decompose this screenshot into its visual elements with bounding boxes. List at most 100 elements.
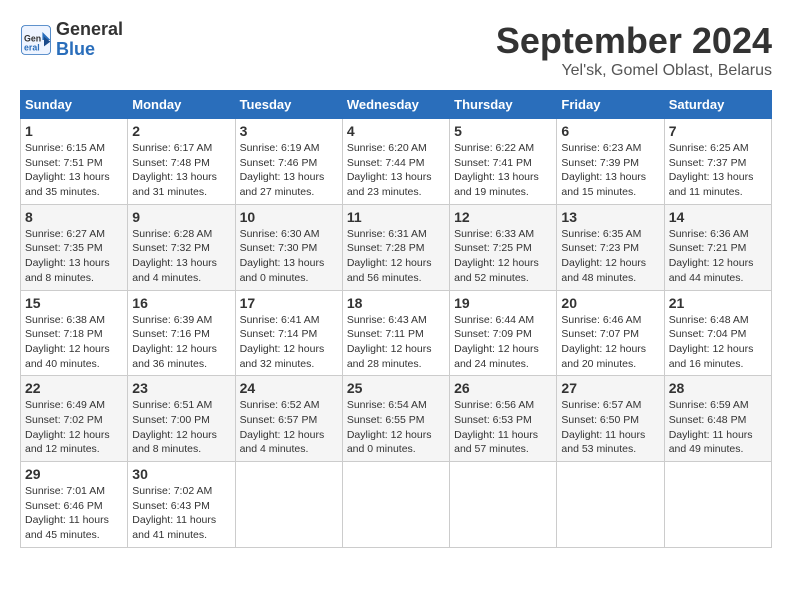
day-number: 16 [132, 295, 230, 311]
day-number: 11 [347, 209, 445, 225]
day-number: 30 [132, 466, 230, 482]
day-number: 18 [347, 295, 445, 311]
day-info: Sunrise: 6:43 AMSunset: 7:11 PMDaylight:… [347, 314, 432, 370]
day-info: Sunrise: 6:57 AMSunset: 6:50 PMDaylight:… [561, 399, 645, 455]
day-number: 5 [454, 123, 552, 139]
day-info: Sunrise: 7:02 AMSunset: 6:43 PMDaylight:… [132, 485, 216, 541]
day-info: Sunrise: 6:38 AMSunset: 7:18 PMDaylight:… [25, 314, 110, 370]
day-info: Sunrise: 6:19 AMSunset: 7:46 PMDaylight:… [240, 142, 325, 198]
calendar-cell: 14 Sunrise: 6:36 AMSunset: 7:21 PMDaylig… [664, 204, 771, 290]
day-info: Sunrise: 6:33 AMSunset: 7:25 PMDaylight:… [454, 228, 539, 284]
calendar-cell: 11 Sunrise: 6:31 AMSunset: 7:28 PMDaylig… [342, 204, 449, 290]
day-info: Sunrise: 6:56 AMSunset: 6:53 PMDaylight:… [454, 399, 538, 455]
logo-blue-text: Blue [56, 40, 123, 60]
day-info: Sunrise: 6:46 AMSunset: 7:07 PMDaylight:… [561, 314, 646, 370]
day-number: 20 [561, 295, 659, 311]
day-info: Sunrise: 6:49 AMSunset: 7:02 PMDaylight:… [25, 399, 110, 455]
header-thursday: Thursday [450, 91, 557, 119]
day-info: Sunrise: 6:54 AMSunset: 6:55 PMDaylight:… [347, 399, 432, 455]
day-info: Sunrise: 6:15 AMSunset: 7:51 PMDaylight:… [25, 142, 110, 198]
calendar-cell: 9 Sunrise: 6:28 AMSunset: 7:32 PMDayligh… [128, 204, 235, 290]
day-info: Sunrise: 6:25 AMSunset: 7:37 PMDaylight:… [669, 142, 754, 198]
logo-general-text: General [56, 20, 123, 40]
day-info: Sunrise: 6:22 AMSunset: 7:41 PMDaylight:… [454, 142, 539, 198]
day-info: Sunrise: 6:20 AMSunset: 7:44 PMDaylight:… [347, 142, 432, 198]
day-number: 14 [669, 209, 767, 225]
svg-text:eral: eral [24, 42, 40, 52]
day-number: 28 [669, 380, 767, 396]
day-info: Sunrise: 7:01 AMSunset: 6:46 PMDaylight:… [25, 485, 109, 541]
day-info: Sunrise: 6:31 AMSunset: 7:28 PMDaylight:… [347, 228, 432, 284]
day-number: 8 [25, 209, 123, 225]
calendar-cell [342, 462, 449, 548]
calendar-cell [450, 462, 557, 548]
calendar-cell: 4 Sunrise: 6:20 AMSunset: 7:44 PMDayligh… [342, 119, 449, 205]
month-title: September 2024 [496, 20, 772, 62]
calendar-cell: 27 Sunrise: 6:57 AMSunset: 6:50 PMDaylig… [557, 376, 664, 462]
calendar-cell: 2 Sunrise: 6:17 AMSunset: 7:48 PMDayligh… [128, 119, 235, 205]
day-info: Sunrise: 6:27 AMSunset: 7:35 PMDaylight:… [25, 228, 110, 284]
day-number: 6 [561, 123, 659, 139]
day-number: 21 [669, 295, 767, 311]
calendar-cell: 6 Sunrise: 6:23 AMSunset: 7:39 PMDayligh… [557, 119, 664, 205]
day-number: 3 [240, 123, 338, 139]
day-info: Sunrise: 6:39 AMSunset: 7:16 PMDaylight:… [132, 314, 217, 370]
logo-text: General Blue [56, 20, 123, 60]
calendar-cell: 1 Sunrise: 6:15 AMSunset: 7:51 PMDayligh… [21, 119, 128, 205]
day-number: 13 [561, 209, 659, 225]
calendar-cell [235, 462, 342, 548]
calendar-cell [664, 462, 771, 548]
calendar-cell: 25 Sunrise: 6:54 AMSunset: 6:55 PMDaylig… [342, 376, 449, 462]
header-friday: Friday [557, 91, 664, 119]
header-sunday: Sunday [21, 91, 128, 119]
calendar-cell: 8 Sunrise: 6:27 AMSunset: 7:35 PMDayligh… [21, 204, 128, 290]
calendar-cell: 23 Sunrise: 6:51 AMSunset: 7:00 PMDaylig… [128, 376, 235, 462]
logo: Gen eral General Blue [20, 20, 123, 60]
header-saturday: Saturday [664, 91, 771, 119]
calendar-cell: 24 Sunrise: 6:52 AMSunset: 6:57 PMDaylig… [235, 376, 342, 462]
day-number: 7 [669, 123, 767, 139]
header-tuesday: Tuesday [235, 91, 342, 119]
calendar-cell: 16 Sunrise: 6:39 AMSunset: 7:16 PMDaylig… [128, 290, 235, 376]
calendar-cell [557, 462, 664, 548]
day-number: 12 [454, 209, 552, 225]
day-info: Sunrise: 6:36 AMSunset: 7:21 PMDaylight:… [669, 228, 754, 284]
page-header: Gen eral General Blue September 2024 Yel… [20, 20, 772, 80]
day-info: Sunrise: 6:48 AMSunset: 7:04 PMDaylight:… [669, 314, 754, 370]
calendar-cell: 10 Sunrise: 6:30 AMSunset: 7:30 PMDaylig… [235, 204, 342, 290]
calendar-cell: 5 Sunrise: 6:22 AMSunset: 7:41 PMDayligh… [450, 119, 557, 205]
day-info: Sunrise: 6:59 AMSunset: 6:48 PMDaylight:… [669, 399, 753, 455]
day-number: 29 [25, 466, 123, 482]
day-info: Sunrise: 6:30 AMSunset: 7:30 PMDaylight:… [240, 228, 325, 284]
calendar-week-row: 22 Sunrise: 6:49 AMSunset: 7:02 PMDaylig… [21, 376, 772, 462]
day-number: 15 [25, 295, 123, 311]
calendar-week-row: 15 Sunrise: 6:38 AMSunset: 7:18 PMDaylig… [21, 290, 772, 376]
day-number: 17 [240, 295, 338, 311]
calendar-cell: 7 Sunrise: 6:25 AMSunset: 7:37 PMDayligh… [664, 119, 771, 205]
calendar-cell: 28 Sunrise: 6:59 AMSunset: 6:48 PMDaylig… [664, 376, 771, 462]
day-number: 10 [240, 209, 338, 225]
day-number: 25 [347, 380, 445, 396]
calendar-week-row: 29 Sunrise: 7:01 AMSunset: 6:46 PMDaylig… [21, 462, 772, 548]
day-number: 4 [347, 123, 445, 139]
header-wednesday: Wednesday [342, 91, 449, 119]
calendar-cell: 20 Sunrise: 6:46 AMSunset: 7:07 PMDaylig… [557, 290, 664, 376]
header-monday: Monday [128, 91, 235, 119]
weekday-header-row: Sunday Monday Tuesday Wednesday Thursday… [21, 91, 772, 119]
calendar-cell: 18 Sunrise: 6:43 AMSunset: 7:11 PMDaylig… [342, 290, 449, 376]
day-number: 24 [240, 380, 338, 396]
calendar-week-row: 8 Sunrise: 6:27 AMSunset: 7:35 PMDayligh… [21, 204, 772, 290]
day-number: 2 [132, 123, 230, 139]
calendar-cell: 12 Sunrise: 6:33 AMSunset: 7:25 PMDaylig… [450, 204, 557, 290]
calendar-week-row: 1 Sunrise: 6:15 AMSunset: 7:51 PMDayligh… [21, 119, 772, 205]
calendar-cell: 21 Sunrise: 6:48 AMSunset: 7:04 PMDaylig… [664, 290, 771, 376]
day-info: Sunrise: 6:51 AMSunset: 7:00 PMDaylight:… [132, 399, 217, 455]
day-number: 22 [25, 380, 123, 396]
day-number: 27 [561, 380, 659, 396]
calendar-cell: 22 Sunrise: 6:49 AMSunset: 7:02 PMDaylig… [21, 376, 128, 462]
calendar-cell: 3 Sunrise: 6:19 AMSunset: 7:46 PMDayligh… [235, 119, 342, 205]
day-info: Sunrise: 6:35 AMSunset: 7:23 PMDaylight:… [561, 228, 646, 284]
calendar-cell: 29 Sunrise: 7:01 AMSunset: 6:46 PMDaylig… [21, 462, 128, 548]
day-number: 23 [132, 380, 230, 396]
day-number: 1 [25, 123, 123, 139]
